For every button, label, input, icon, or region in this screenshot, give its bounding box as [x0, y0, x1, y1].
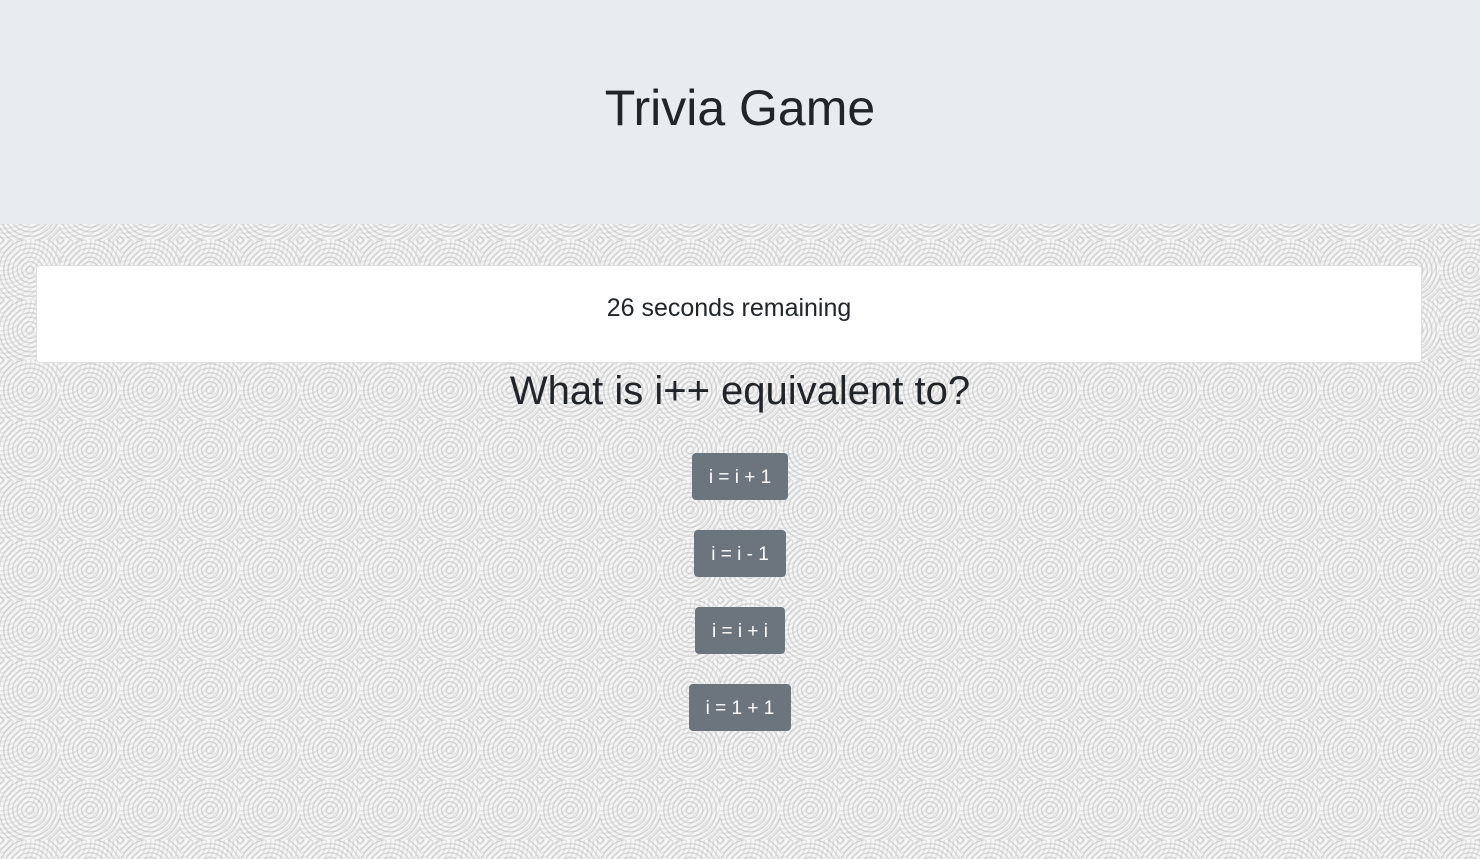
- answer-button-1[interactable]: i = i + 1: [691, 453, 789, 500]
- timer-text: 26 seconds remaining: [606, 294, 852, 322]
- timer-card: 26 seconds remaining: [36, 265, 1422, 363]
- page-title: Trivia Game: [604, 80, 876, 136]
- answer-button-4[interactable]: i = 1 + 1: [688, 684, 792, 731]
- question-text: What is i++ equivalent to?: [509, 369, 971, 413]
- answer-list: i = i + 1 i = i - 1 i = i + i i = 1 + 1: [0, 453, 1480, 731]
- header-jumbotron: Trivia Game: [0, 0, 1480, 224]
- answer-button-3[interactable]: i = i + i: [695, 607, 785, 654]
- answer-button-2[interactable]: i = i - 1: [694, 530, 786, 577]
